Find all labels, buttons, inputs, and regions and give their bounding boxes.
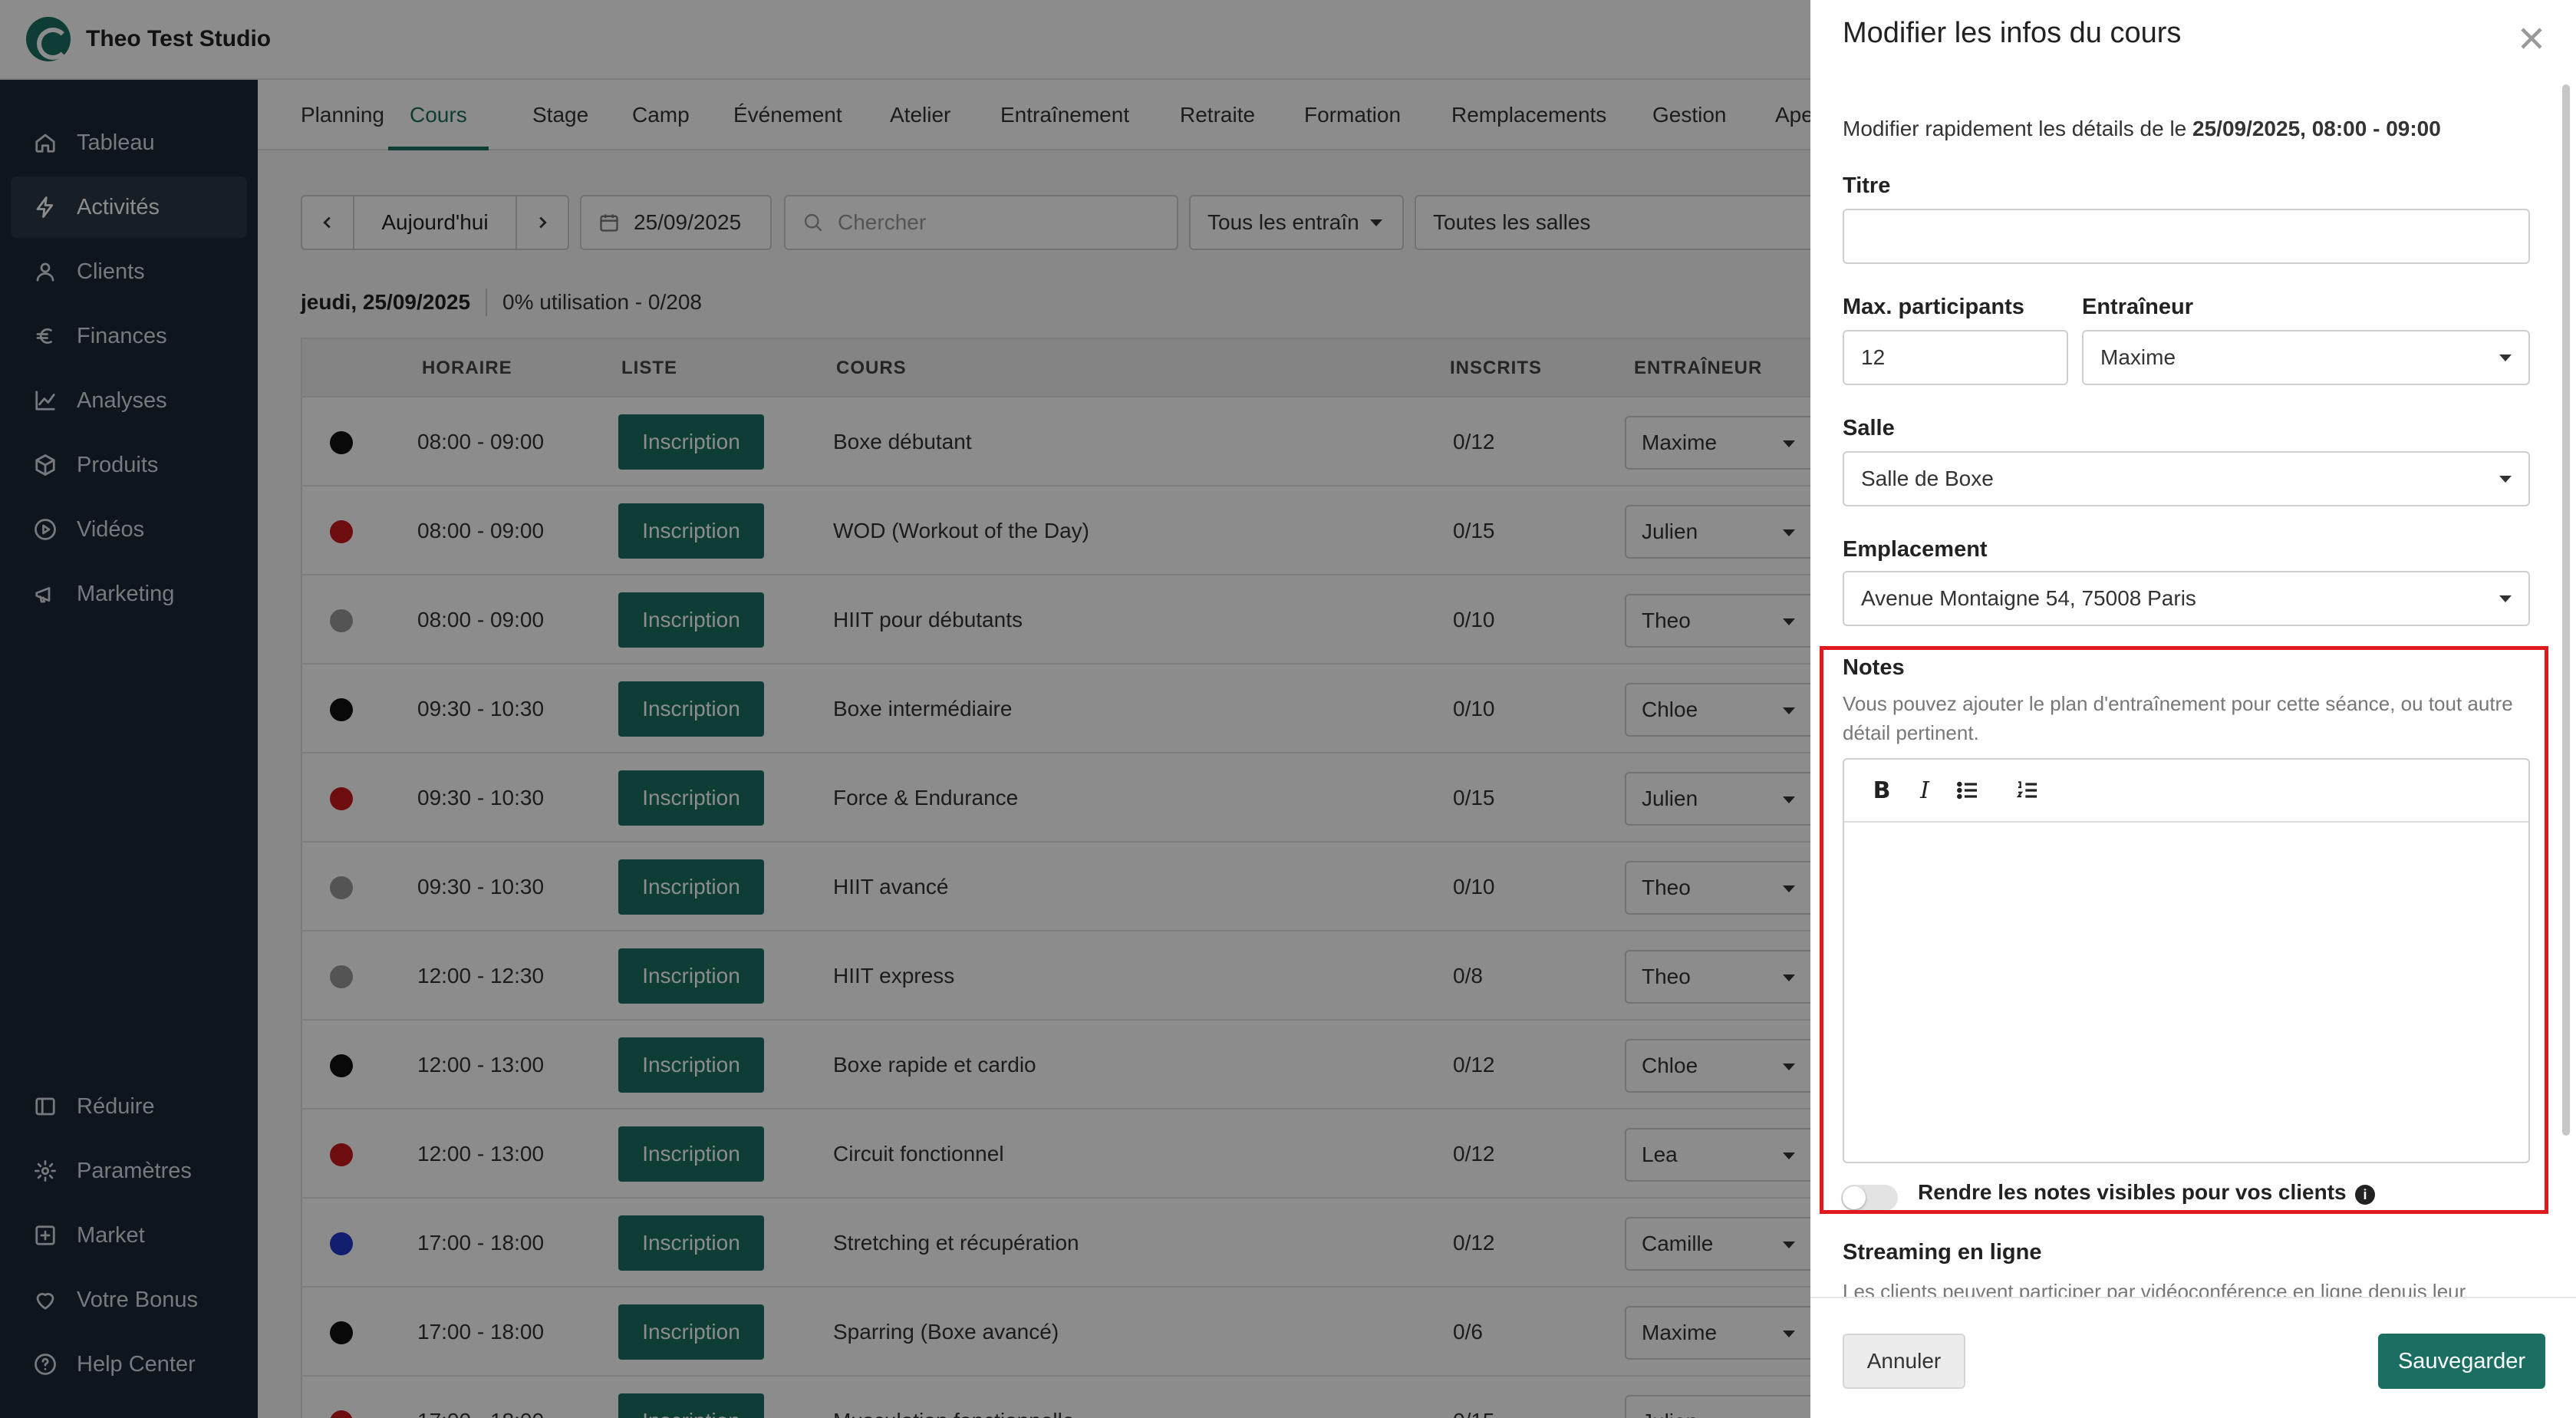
modal-overlay[interactable] [0, 0, 1810, 1418]
trainer-select[interactable]: Maxime [2082, 330, 2530, 385]
title-label: Titre [1843, 173, 1891, 198]
caret-down-icon [2499, 475, 2512, 483]
location-label: Emplacement [1843, 537, 1988, 562]
close-icon[interactable] [2518, 25, 2545, 52]
room-select[interactable]: Salle de Boxe [1843, 451, 2530, 506]
room-select-value: Salle de Boxe [1861, 467, 1994, 490]
caret-down-icon [2499, 354, 2512, 361]
max-participants-input[interactable]: 12 [1843, 330, 2068, 385]
save-button[interactable]: Sauvegarder [2378, 1334, 2545, 1389]
cancel-button[interactable]: Annuler [1843, 1334, 1965, 1389]
drawer-footer: Annuler Sauvegarder [1810, 1297, 2576, 1418]
streaming-label: Streaming en ligne [1843, 1240, 2042, 1265]
title-input[interactable] [1843, 209, 2530, 264]
room-label: Salle [1843, 416, 1895, 440]
caret-down-icon [2499, 595, 2512, 602]
notes-section-highlight [1820, 646, 2548, 1214]
subtitle-prefix: Modifier rapidement les détails de le [1843, 117, 2187, 140]
location-select-value: Avenue Montaigne 54, 75008 Paris [1861, 586, 2196, 610]
trainer-select-value: Maxime [2100, 345, 2176, 369]
trainer-label: Entraîneur [2082, 295, 2194, 319]
drawer-title: Modifier les infos du cours [1843, 17, 2182, 49]
drawer-subtitle: Modifier rapidement les détails de le 25… [1843, 117, 2441, 141]
drawer-scrollbar[interactable] [2562, 84, 2570, 1136]
location-select[interactable]: Avenue Montaigne 54, 75008 Paris [1843, 571, 2530, 626]
subtitle-date: 25/09/2025, 08:00 - 09:00 [2192, 117, 2441, 140]
max-participants-label: Max. participants [1843, 295, 2024, 319]
